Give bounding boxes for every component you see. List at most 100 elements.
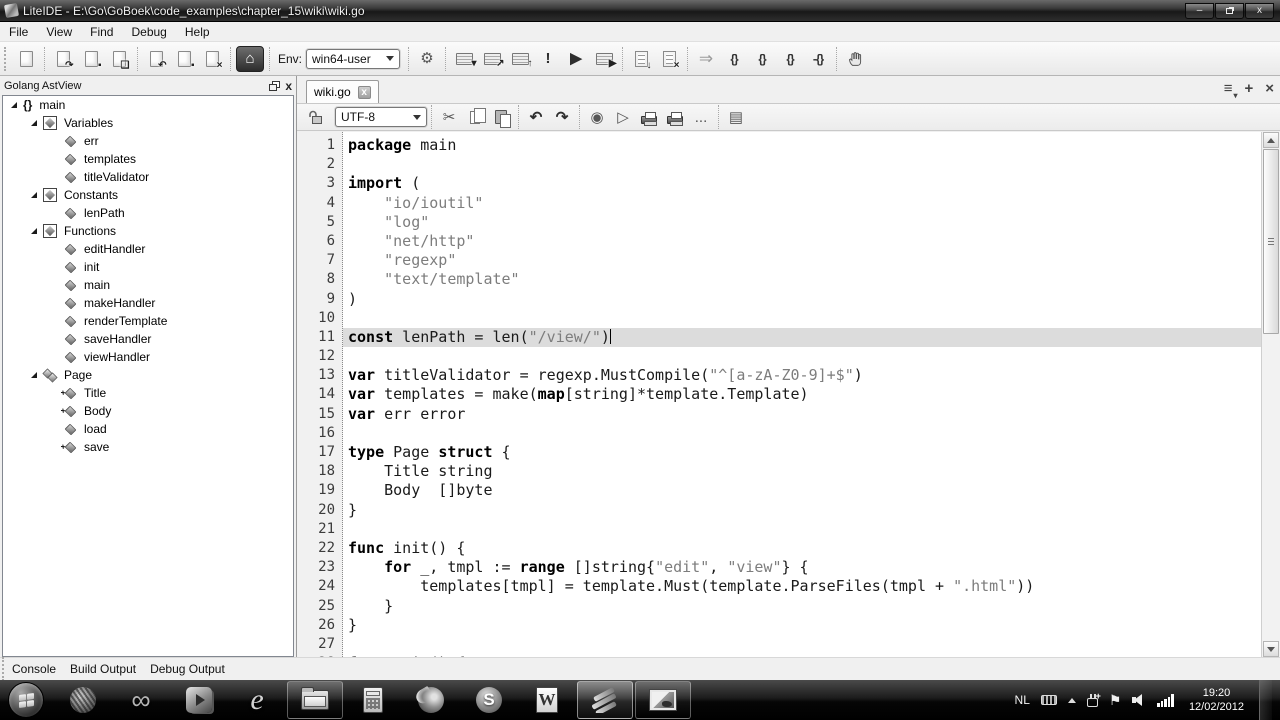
show-desktop-button[interactable] — [1259, 680, 1272, 720]
build-config-button[interactable] — [451, 46, 477, 72]
tree-item-editHandler[interactable]: editHandler — [3, 240, 293, 258]
code-line[interactable] — [343, 424, 1261, 443]
pan-tool-button[interactable] — [842, 46, 868, 72]
close-button[interactable]: x — [1245, 3, 1274, 19]
network-signal-icon[interactable] — [1157, 694, 1174, 707]
code-line[interactable]: ) — [343, 290, 1261, 309]
taskbar-visual-studio[interactable]: ∞ — [113, 681, 169, 719]
unfold-block-button[interactable]: {} — [749, 46, 775, 72]
code-line[interactable]: "io/ioutil" — [343, 194, 1261, 213]
reload-env-button[interactable] — [507, 46, 533, 72]
remove-snippet-button[interactable] — [656, 46, 682, 72]
toggle-readonly-button[interactable] — [304, 105, 328, 129]
insert-snippet-button[interactable] — [628, 46, 654, 72]
save-file-button[interactable] — [78, 46, 104, 72]
expand-arrow-icon[interactable] — [11, 102, 17, 108]
menu-help[interactable]: Help — [176, 23, 219, 41]
output-tab-debug-output[interactable]: Debug Output — [148, 662, 237, 676]
output-tab-build-output[interactable]: Build Output — [68, 662, 148, 676]
code-line[interactable]: } — [343, 616, 1261, 635]
expand-arrow-icon[interactable] — [31, 192, 37, 198]
close-panel-icon[interactable]: x — [285, 80, 292, 92]
unfold-all-button[interactable]: -{} — [805, 46, 831, 72]
code-line[interactable]: import ( — [343, 174, 1261, 193]
cut-button[interactable]: ✂ — [437, 105, 461, 129]
tab-wiki-go[interactable]: wiki.go x — [306, 80, 379, 103]
tree-item-lenPath[interactable]: lenPath — [3, 204, 293, 222]
revert-file-button[interactable] — [143, 46, 169, 72]
power-icon[interactable] — [1087, 698, 1098, 707]
tree-item-save[interactable]: save — [3, 438, 293, 456]
tree-item-Functions[interactable]: Functions — [3, 222, 293, 240]
taskbar-word[interactable]: W — [519, 681, 575, 719]
close-file-button[interactable] — [199, 46, 225, 72]
tree-item-titleValidator[interactable]: titleValidator — [3, 168, 293, 186]
new-file-button[interactable] — [13, 46, 39, 72]
start-button[interactable] — [8, 682, 44, 718]
taskbar-internet-explorer[interactable]: e — [229, 681, 285, 719]
tree-item-main[interactable]: {}main — [3, 96, 293, 114]
tree-item-load[interactable]: load — [3, 420, 293, 438]
action-center-flag-icon[interactable]: ⚑ — [1109, 695, 1122, 705]
tree-item-init[interactable]: init — [3, 258, 293, 276]
taskbar-calculator[interactable] — [345, 681, 401, 719]
volume-icon[interactable] — [1132, 694, 1146, 706]
tree-item-saveHandler[interactable]: saveHandler — [3, 330, 293, 348]
code-line[interactable]: Body []byte — [343, 481, 1261, 500]
undo-button[interactable]: ↶ — [524, 105, 548, 129]
menu-file[interactable]: File — [0, 23, 37, 41]
show-hidden-icons[interactable] — [1068, 698, 1076, 703]
code-line[interactable]: templates[tmpl] = template.Must(template… — [343, 577, 1261, 596]
clock[interactable]: 19:20 12/02/2012 — [1189, 686, 1244, 714]
tree-item-makeHandler[interactable]: makeHandler — [3, 294, 293, 312]
code-line[interactable]: var titleValidator = regexp.MustCompile(… — [343, 366, 1261, 385]
run-file-button[interactable] — [591, 46, 617, 72]
tab-close-icon[interactable]: x — [358, 86, 371, 99]
copy-button[interactable] — [463, 105, 487, 129]
goto-definition-button[interactable]: ⇒ — [693, 46, 719, 72]
minimize-button[interactable]: – — [1185, 3, 1214, 19]
stop-build-button[interactable]: ! — [535, 46, 561, 72]
taskbar-network-globe[interactable] — [55, 681, 111, 719]
tree-item-Title[interactable]: Title — [3, 384, 293, 402]
code-line[interactable]: for _, tmpl := range []string{"edit", "v… — [343, 558, 1261, 577]
code-line[interactable]: const lenPath = len("/view/") — [343, 328, 1261, 347]
taskbar-liteide[interactable] — [577, 681, 633, 719]
taskbar-skype[interactable]: S — [461, 681, 517, 719]
tab-list-button[interactable]: ≡▾ — [1224, 80, 1233, 97]
code-line[interactable]: "regexp" — [343, 251, 1261, 270]
code-line[interactable]: } — [343, 597, 1261, 616]
code-line[interactable]: var err error — [343, 405, 1261, 424]
language-indicator[interactable]: NL — [1015, 693, 1030, 707]
word-wrap-button[interactable]: ▤ — [724, 105, 748, 129]
redo-button[interactable]: ↷ — [550, 105, 574, 129]
code-line[interactable] — [343, 347, 1261, 366]
save-all-button[interactable] — [106, 46, 132, 72]
float-panel-icon[interactable] — [269, 84, 277, 91]
taskbar-media-player[interactable] — [171, 681, 227, 719]
open-file-button[interactable] — [50, 46, 76, 72]
tree-item-Constants[interactable]: Constants — [3, 186, 293, 204]
code-editor[interactable]: 1234567891011121314151617181920212223242… — [297, 132, 1261, 657]
close-editor-button[interactable]: × — [1265, 80, 1274, 97]
taskbar-windows-explorer[interactable] — [287, 681, 343, 719]
home-button[interactable]: ⌂ — [236, 46, 264, 72]
code-line[interactable]: "text/template" — [343, 270, 1261, 289]
expand-arrow-icon[interactable] — [31, 228, 37, 234]
menu-view[interactable]: View — [37, 23, 81, 41]
tree-item-renderTemplate[interactable]: renderTemplate — [3, 312, 293, 330]
code-line[interactable] — [343, 635, 1261, 654]
encoding-dropdown[interactable]: UTF-8 — [335, 107, 427, 127]
fold-all-button[interactable]: {} — [777, 46, 803, 72]
tree-item-main[interactable]: main — [3, 276, 293, 294]
play-macro-button[interactable]: ▷ — [611, 105, 635, 129]
edit-env-button[interactable] — [479, 46, 505, 72]
menu-debug[interactable]: Debug — [122, 23, 175, 41]
code-line[interactable]: } — [343, 501, 1261, 520]
print-button[interactable] — [637, 105, 661, 129]
taskbar-firefox[interactable] — [403, 681, 459, 719]
menu-find[interactable]: Find — [81, 23, 122, 41]
fold-block-button[interactable]: {} — [721, 46, 747, 72]
code-line[interactable]: type Page struct { — [343, 443, 1261, 462]
tree-item-Variables[interactable]: Variables — [3, 114, 293, 132]
